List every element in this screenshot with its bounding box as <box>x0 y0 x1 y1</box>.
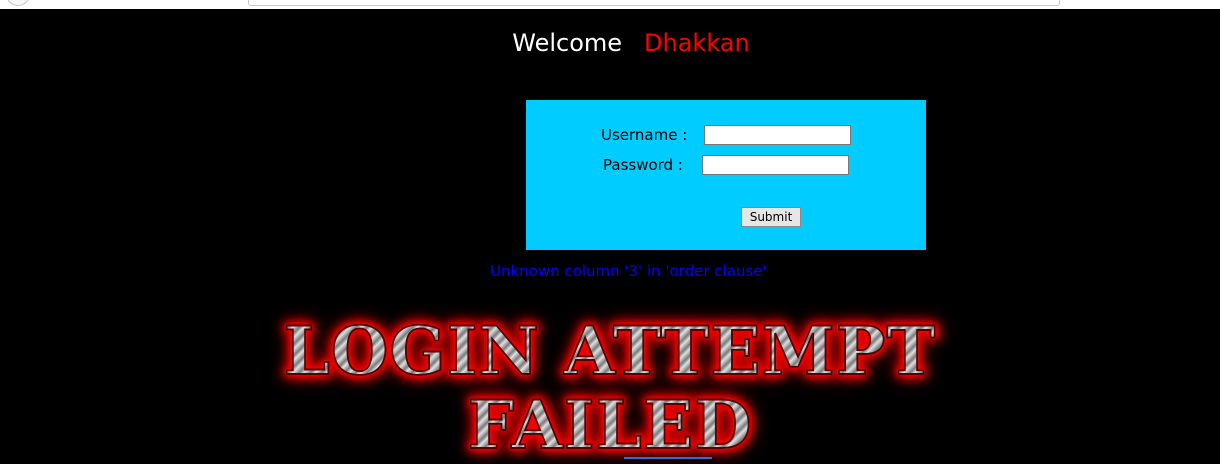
password-label: Password : <box>603 156 683 174</box>
username-input[interactable] <box>704 125 851 145</box>
browser-button-icon[interactable] <box>6 0 30 6</box>
password-input[interactable] <box>702 155 849 175</box>
error-message: Unknown column '3' in 'order clause' <box>490 262 767 280</box>
username-label: Username : <box>601 126 688 144</box>
welcome-text: Welcome <box>512 29 623 57</box>
banner-line-2: FAILED <box>466 386 753 464</box>
submit-button[interactable]: Submit <box>741 207 801 227</box>
address-bar[interactable] <box>248 0 1060 6</box>
welcome-heading: Welcome Dhakkan <box>0 29 1220 57</box>
login-failed-banner: LOGIN ATTEMPT FAILED <box>0 312 1220 464</box>
login-form: Username : Password : Submit <box>526 100 926 250</box>
username-highlight: Dhakkan <box>644 29 750 57</box>
banner-line-1: LOGIN ATTEMPT <box>282 312 937 390</box>
page-content: Welcome Dhakkan Username : Password : Sub… <box>0 9 1220 464</box>
